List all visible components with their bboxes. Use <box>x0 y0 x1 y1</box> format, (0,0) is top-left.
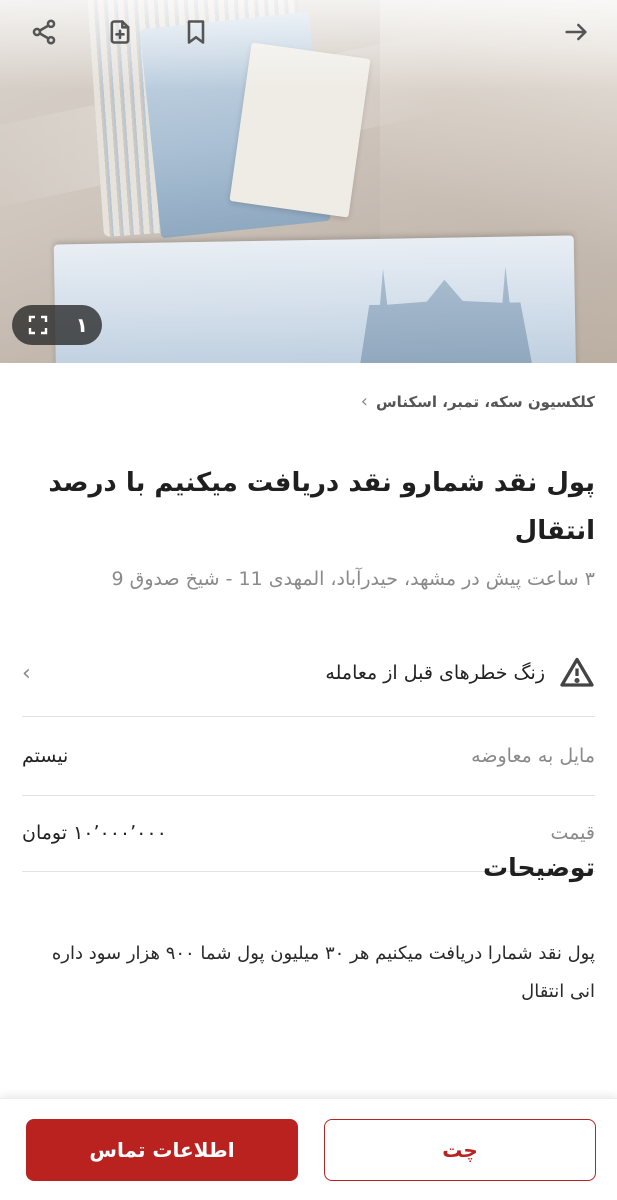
divider <box>22 716 595 717</box>
image-count: ۱ <box>75 313 88 337</box>
share-icon[interactable] <box>26 14 62 50</box>
add-note-icon[interactable] <box>102 14 138 50</box>
attribute-row-price: قیمت ۱۰٬۰۰۰٬۰۰۰ تومان <box>22 813 595 853</box>
gallery-button[interactable]: ۱ <box>12 305 102 345</box>
divider <box>22 795 595 796</box>
breadcrumb[interactable]: کلکسیون سکه، تمبر، اسکناس ‹ <box>361 391 595 412</box>
banknote-building <box>354 266 536 363</box>
attribute-key: قیمت <box>550 822 595 844</box>
top-bar <box>0 0 617 64</box>
description-body: پول نقد شمارا دریافت میکنیم هر ۳۰ میلیون… <box>51 943 595 1002</box>
attribute-row-exchange: مایل به معاوضه نیستم <box>22 736 595 776</box>
attribute-key: مایل به معاوضه <box>471 745 595 767</box>
banknote <box>53 235 577 363</box>
action-bar: اطلاعات تماس چت <box>0 1098 617 1200</box>
scam-warning-row[interactable]: زنگ خطرهای قبل از معامله ‹ <box>22 645 595 701</box>
scam-warning-label: زنگ خطرهای قبل از معامله <box>325 655 595 691</box>
post-meta: ۳ ساعت پیش در مشهد، حیدرآباد، المهدی 11 … <box>111 568 595 590</box>
breadcrumb-category[interactable]: کلکسیون سکه، تمبر، اسکناس <box>376 393 595 411</box>
warning-icon <box>560 657 594 687</box>
description-title: توضیحات <box>483 853 595 882</box>
contact-info-button[interactable]: اطلاعات تماس <box>26 1119 298 1181</box>
back-arrow-icon[interactable] <box>558 14 594 50</box>
bookmark-icon[interactable] <box>178 14 214 50</box>
scam-warning-text: زنگ خطرهای قبل از معامله <box>325 662 545 684</box>
chevron-left-icon: ‹ <box>22 660 31 686</box>
post-title: پول نقد شمارو نقد دریافت میکنیم با درصد … <box>48 468 595 546</box>
fullscreen-icon <box>28 315 48 335</box>
chevron-left-icon: ‹ <box>360 391 368 412</box>
price-value: ۱۰٬۰۰۰٬۰۰۰ تومان <box>22 822 167 844</box>
attribute-value: نیستم <box>22 745 69 767</box>
chat-button[interactable]: چت <box>324 1119 596 1181</box>
